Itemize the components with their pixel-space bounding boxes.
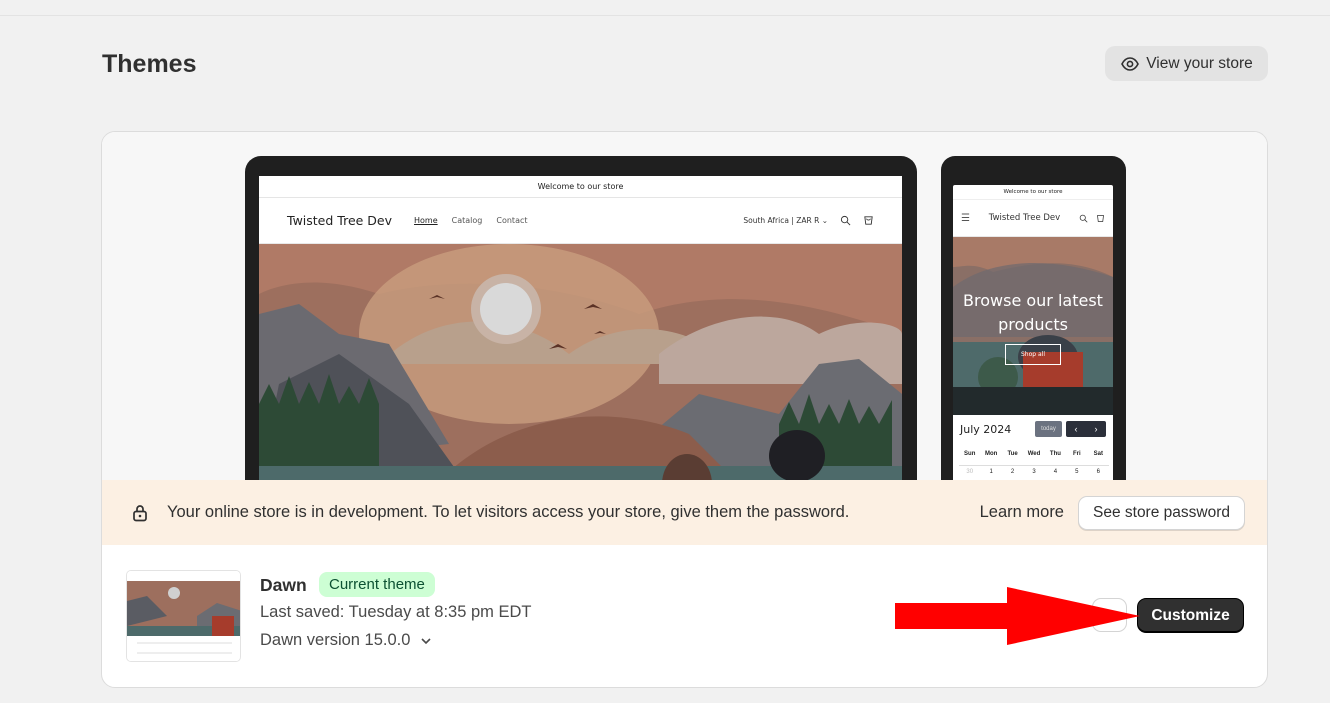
view-store-button[interactable]: View your store — [1105, 46, 1268, 81]
mobile-hero-heading: Browse our latest products — [963, 291, 1103, 334]
calendar-date: 1 — [980, 465, 1002, 475]
theme-name: Dawn — [260, 575, 307, 595]
nav-home: Home — [414, 216, 438, 225]
cart-icon — [864, 216, 873, 225]
chevron-down-icon — [421, 637, 431, 644]
calendar-date: 3 — [1023, 465, 1045, 475]
desktop-preview-screen: Welcome to our store Twisted Tree Dev Ho… — [259, 176, 902, 480]
currency-selector: South Africa | ZAR R ⌄ — [743, 216, 828, 225]
desktop-preview-frame: Welcome to our store Twisted Tree Dev Ho… — [245, 156, 917, 480]
dev-store-banner: Your online store is in development. To … — [102, 480, 1267, 545]
search-icon — [1079, 214, 1088, 223]
calendar-date: 2 — [1001, 465, 1024, 475]
theme-thumbnail-image — [127, 571, 240, 661]
see-store-password-button[interactable]: See store password — [1078, 495, 1245, 530]
currency-label: South Africa | ZAR R — [743, 216, 820, 225]
mobile-announcement-bar: Welcome to our store — [953, 185, 1113, 200]
store-header: Twisted Tree Dev Home Catalog Contact So… — [259, 198, 902, 244]
mobile-calendar: July 2024 today ‹ › Sun Mon Tue Wed Thu F… — [953, 415, 1113, 480]
theme-thumbnail — [126, 570, 241, 662]
calendar-month: July 2024 — [960, 423, 1012, 436]
weekday: Tue — [1007, 451, 1018, 457]
theme-preview: Welcome to our store Twisted Tree Dev Ho… — [102, 132, 1267, 480]
calendar-date: 4 — [1044, 465, 1067, 475]
header-actions: South Africa | ZAR R ⌄ — [743, 215, 874, 226]
hero-illustration — [259, 244, 902, 480]
chevron-right-icon: › — [1094, 424, 1098, 434]
announcement-bar: Welcome to our store — [259, 176, 902, 198]
calendar-today-button: today — [1035, 421, 1062, 437]
banner-message: Your online store is in development. To … — [167, 503, 850, 521]
annotation-arrow-icon — [895, 587, 1140, 645]
calendar-weekdays: Sun Mon Tue Wed Thu Fri Sat — [959, 451, 1109, 457]
theme-version-toggle[interactable]: Dawn version 15.0.0 — [260, 631, 432, 650]
weekday: Mon — [984, 451, 998, 457]
lock-icon — [133, 504, 147, 521]
cart-icon — [1097, 214, 1104, 222]
store-nav: Home Catalog Contact — [414, 216, 527, 225]
calendar-date: 30 — [959, 465, 981, 475]
search-icon — [840, 215, 851, 226]
current-theme-badge: Current theme — [319, 572, 435, 597]
eye-icon — [1121, 56, 1140, 71]
nav-catalog: Catalog — [451, 216, 483, 225]
customize-button[interactable]: Customize — [1137, 598, 1244, 633]
top-divider — [0, 15, 1330, 16]
calendar-dates: 30 1 2 3 4 5 6 — [959, 465, 1109, 475]
mobile-preview-frame: Welcome to our store ☰ Twisted Tree Dev — [941, 156, 1126, 480]
learn-more-link[interactable]: Learn more — [980, 503, 1064, 522]
weekday: Sat — [1093, 451, 1103, 457]
view-store-label: View your store — [1146, 54, 1253, 72]
hamburger-icon: ☰ — [961, 212, 970, 224]
mobile-store-name: Twisted Tree Dev — [988, 212, 1061, 223]
weekday: Sun — [964, 451, 976, 457]
weekday: Thu — [1049, 451, 1061, 457]
chevron-down-icon: ⌄ — [821, 216, 828, 225]
theme-version-label: Dawn version 15.0.0 — [260, 631, 411, 649]
mobile-shop-all-button: Shop all — [1005, 344, 1061, 365]
weekday: Fri — [1073, 451, 1081, 457]
weekday: Wed — [1027, 451, 1041, 457]
last-saved-text: Last saved: Tuesday at 8:35 pm EDT — [260, 603, 532, 621]
calendar-nav: ‹ › — [1066, 421, 1106, 437]
page-title: Themes — [102, 50, 197, 78]
chevron-left-icon: ‹ — [1074, 424, 1078, 434]
mobile-store-header: ☰ Twisted Tree Dev — [953, 200, 1113, 237]
calendar-date: 5 — [1066, 465, 1088, 475]
nav-contact: Contact — [496, 216, 528, 225]
store-name: Twisted Tree Dev — [287, 213, 393, 228]
calendar-date: 6 — [1087, 465, 1109, 475]
mobile-preview-screen: Welcome to our store ☰ Twisted Tree Dev — [953, 185, 1113, 480]
